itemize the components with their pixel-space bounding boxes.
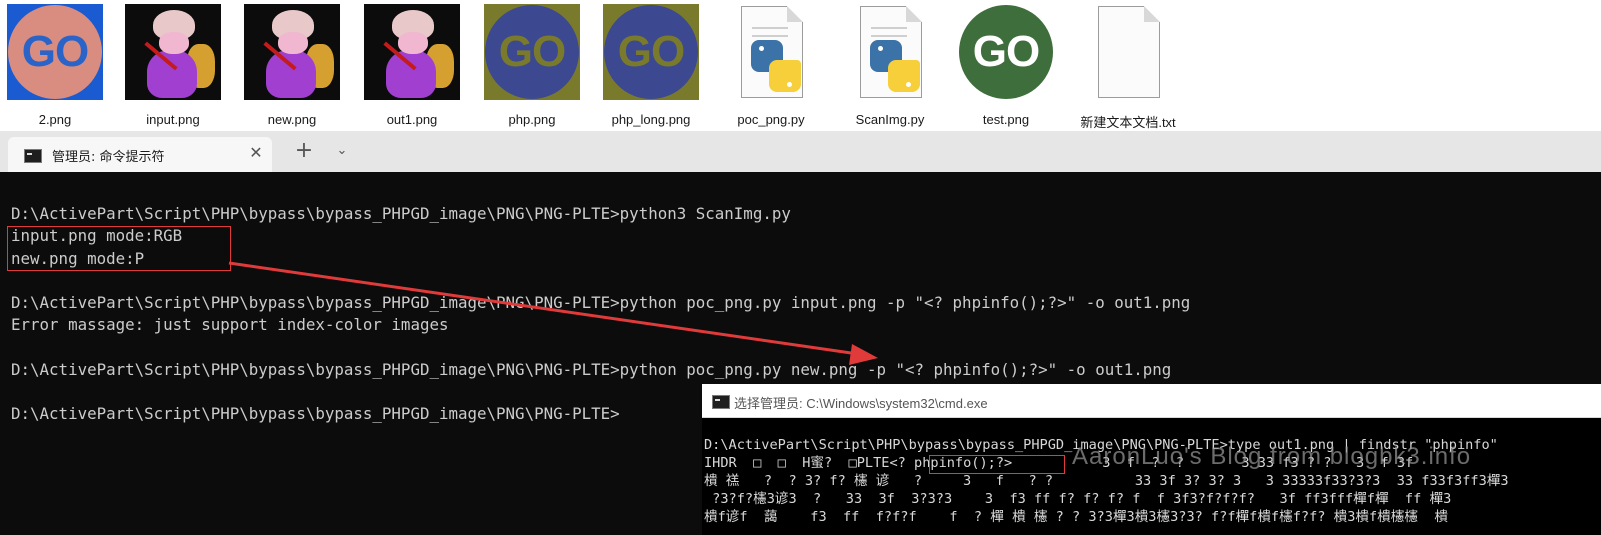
file-name: 新建文本文档.txt — [1080, 115, 1176, 130]
character-image — [364, 4, 460, 100]
cmd-icon — [712, 395, 730, 409]
file-item[interactable]: ScanImg.py — [835, 4, 945, 128]
go-logo-text: GO — [8, 5, 102, 99]
file-thumbnail — [723, 4, 819, 100]
character-image — [125, 4, 221, 100]
terminal-tab-bar: 管理员: 命令提示符 ✕ + ⌄ — [0, 131, 1601, 172]
tab-title: 管理员: 命令提示符 — [52, 150, 165, 165]
new-tab-button[interactable]: + — [291, 140, 317, 163]
go-logo-text: GO — [959, 5, 1053, 99]
cmd-window[interactable]: 选择管理员: C:\Windows\system32\cmd.exe D:\Ac… — [702, 384, 1601, 535]
file-thumbnail — [364, 4, 460, 100]
file-thumbnail: GO — [603, 4, 699, 100]
file-explorer-view: GO 2.png input.png new.png out1.png GO p… — [0, 0, 1601, 131]
character-image — [244, 4, 340, 100]
file-item[interactable]: GO php.png — [477, 4, 587, 128]
watermark-text: AaronLuo's Blog from blogbk3.info — [1072, 443, 1472, 470]
cmd-icon — [24, 149, 42, 163]
terminal-tab[interactable]: 管理员: 命令提示符 ✕ — [8, 137, 272, 172]
file-item[interactable]: GO 2.png — [0, 4, 110, 128]
payload-highlight-box — [929, 455, 1065, 474]
file-name: input.png — [146, 112, 200, 127]
file-name: new.png — [267, 112, 317, 127]
file-item[interactable]: 新建文本文档.txt — [1073, 4, 1183, 130]
python-logo-icon — [866, 38, 926, 98]
file-item[interactable]: GO test.png — [951, 4, 1061, 128]
file-thumbnail: GO — [7, 4, 103, 100]
cmd-window-title: 选择管理员: C:\Windows\system32\cmd.exe — [734, 396, 988, 411]
go-logo-text: GO — [485, 5, 579, 99]
file-item[interactable]: input.png — [118, 4, 228, 128]
file-thumbnail: GO — [484, 4, 580, 100]
terminal-output[interactable]: D:\ActivePart\Script\PHP\bypass\bypass_P… — [0, 172, 1601, 535]
file-name: out1.png — [386, 112, 438, 127]
cmd-window-titlebar[interactable]: 选择管理员: C:\Windows\system32\cmd.exe — [702, 384, 1601, 418]
chevron-down-icon[interactable]: ⌄ — [331, 143, 353, 161]
go-logo-image: GO — [7, 4, 103, 100]
close-icon[interactable]: ✕ — [246, 143, 266, 163]
text-file-icon — [1098, 6, 1160, 98]
file-item[interactable]: GO php_long.png — [596, 4, 706, 128]
go-logo-text: GO — [604, 5, 698, 99]
cmd-line: 樻 禚 ? ? 3? f? 櫶 谚 ? 3 f ? ? 33 3f 3? 3? … — [704, 473, 1509, 489]
file-thumbnail — [244, 4, 340, 100]
python-logo-icon — [747, 38, 807, 98]
file-item[interactable]: poc_png.py — [716, 4, 826, 128]
file-name: 2.png — [38, 112, 72, 127]
cmd-line: ?3?f?櫶3谚3 ? 33 3f 3?3?3 3 f3 ff f? f? f?… — [704, 491, 1452, 507]
file-name: test.png — [982, 112, 1030, 127]
file-thumbnail: GO — [958, 4, 1054, 100]
file-item[interactable]: out1.png — [357, 4, 467, 128]
file-thumbnail — [1080, 4, 1176, 100]
file-name: poc_png.py — [737, 112, 805, 127]
file-thumbnail — [842, 4, 938, 100]
file-name: php_long.png — [611, 112, 691, 127]
file-item[interactable]: new.png — [237, 4, 347, 128]
file-name: php.png — [508, 112, 556, 127]
cmd-line: 樻f谚f 藹 f3 ff f?f?f f ? 樿 樻 櫶 ? ? 3?3樿3樻3… — [704, 509, 1448, 525]
file-name: ScanImg.py — [855, 112, 925, 127]
file-thumbnail — [125, 4, 221, 100]
